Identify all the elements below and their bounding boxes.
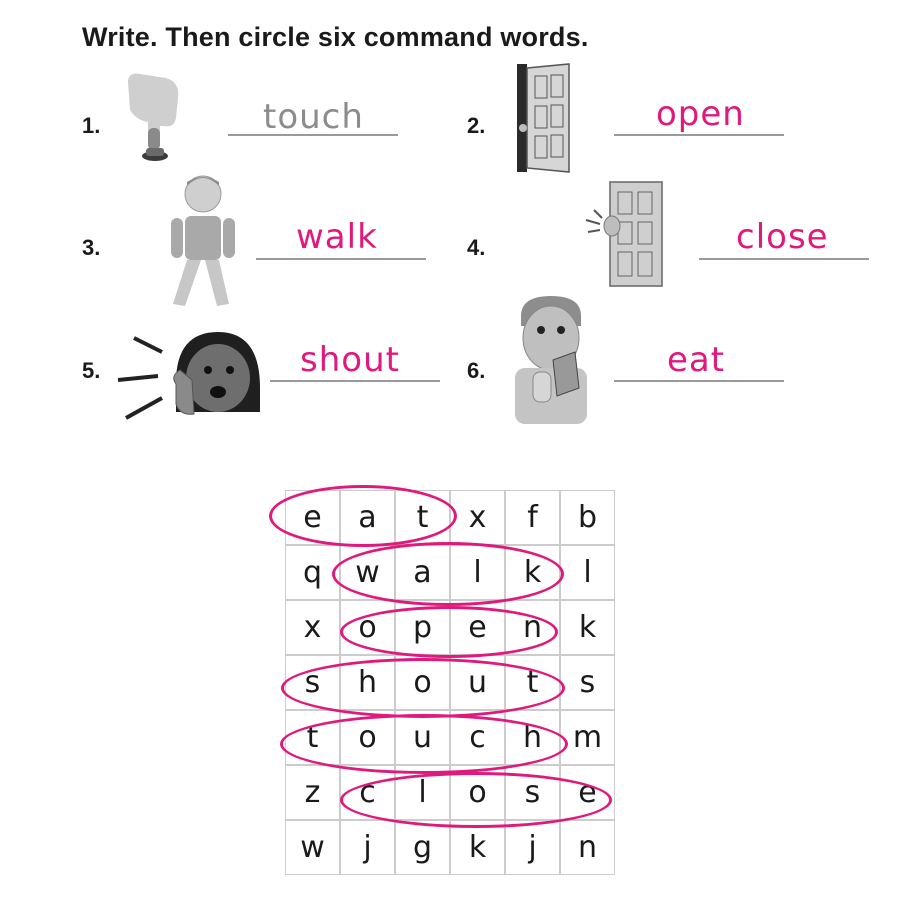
answer-1: touch (263, 97, 364, 137)
shouting-girl-icon (117, 332, 260, 420)
grid-cell: l (583, 555, 592, 590)
grid-cell: n (577, 830, 597, 865)
open-door-icon (517, 63, 570, 173)
grid-cell: k (468, 830, 487, 865)
walking-boy-icon (171, 175, 235, 306)
item-number-4: 4. (467, 235, 486, 260)
item-number-2: 2. (467, 113, 486, 138)
finger-pressing-button-icon (128, 73, 179, 161)
circle-word-eat (269, 485, 457, 547)
answer-line-3 (256, 258, 426, 260)
answer-line-4 (699, 258, 869, 260)
answer-line-5 (270, 380, 440, 382)
grid-cell: m (572, 720, 603, 755)
grid-cell: k (578, 610, 597, 645)
grid-cell: s (579, 665, 596, 700)
circle-word-close (340, 772, 612, 828)
circle-word-walk (332, 542, 564, 606)
grid-cell: w (300, 830, 325, 865)
grid-cell: g (412, 830, 433, 865)
answer-5: shout (300, 340, 400, 380)
answer-line-6 (614, 380, 784, 382)
grid-cell: j (528, 830, 537, 865)
answer-2: open (656, 94, 745, 134)
grid-cell: x (303, 610, 322, 645)
answer-line-2 (614, 134, 784, 136)
closing-door-icon (585, 181, 663, 287)
item-number-6: 6. (467, 358, 486, 383)
circle-word-shout (281, 658, 565, 718)
man-eating-sandwich-icon (515, 296, 587, 424)
answer-3: walk (296, 217, 378, 257)
answer-6: eat (667, 340, 726, 380)
grid-cell: b (577, 500, 598, 535)
grid-cell: f (527, 500, 538, 535)
answer-4: close (736, 217, 829, 257)
grid-cell: j (363, 830, 372, 865)
circle-word-touch (280, 714, 568, 774)
circle-word-open (340, 606, 558, 658)
instruction-title: Write. Then circle six command words. (82, 22, 589, 52)
item-number-3: 3. (82, 235, 101, 260)
grid-cell: z (304, 775, 321, 810)
item-number-5: 5. (82, 358, 101, 383)
item-number-1: 1. (82, 113, 101, 138)
grid-cell: x (468, 500, 487, 535)
